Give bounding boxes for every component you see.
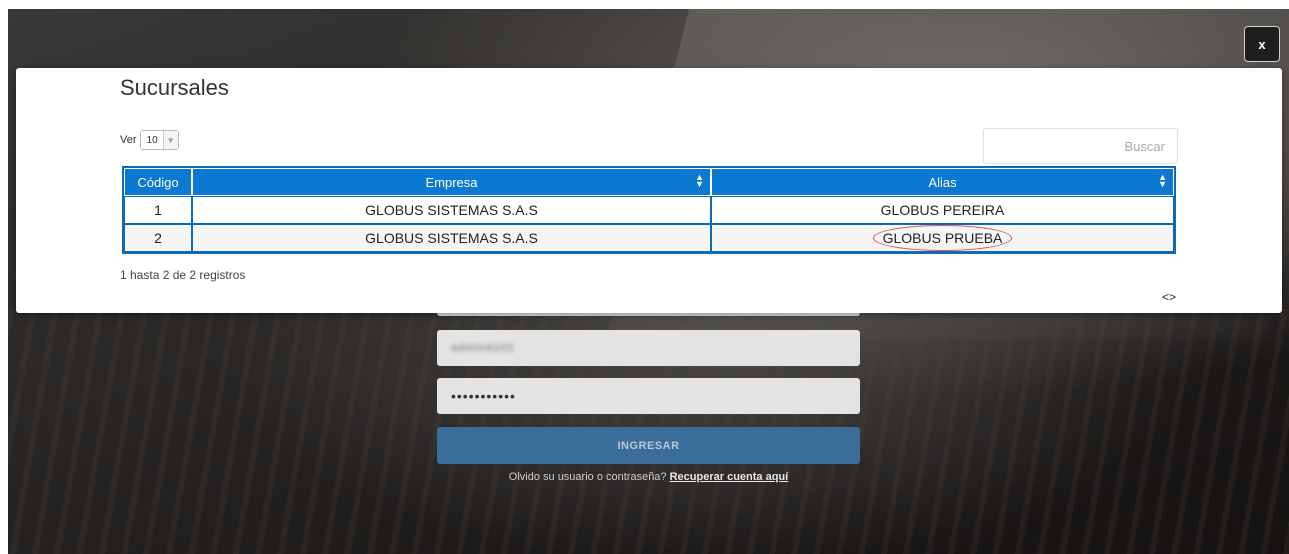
cell-codigo: 1 <box>124 196 192 224</box>
close-button[interactable]: x <box>1244 26 1280 62</box>
search-input[interactable]: Buscar <box>983 128 1178 164</box>
column-header-empresa[interactable]: Empresa ▲ ▼ <box>192 168 711 196</box>
sucursales-modal: Sucursales Ver 10 ▼ Buscar Código Empres… <box>16 68 1282 313</box>
table-row[interactable]: 2 GLOBUS SISTEMAS S.A.S GLOBUS PRUEBA <box>124 224 1174 252</box>
column-header-label: Alias <box>928 174 957 190</box>
cell-empresa: GLOBUS SISTEMAS S.A.S <box>192 224 711 252</box>
pagination-control[interactable]: <> <box>1162 290 1176 304</box>
table-row[interactable]: 1 GLOBUS SISTEMAS S.A.S GLOBUS PEREIRA <box>124 196 1174 224</box>
page-length-label: Ver <box>120 134 137 146</box>
cell-alias: GLOBUS PEREIRA <box>711 196 1174 224</box>
column-header-label: Empresa <box>425 174 478 190</box>
page-length-control: Ver 10 ▼ <box>120 130 179 150</box>
column-header-codigo[interactable]: Código <box>124 168 192 196</box>
page-length-select[interactable]: 10 ▼ <box>139 130 179 150</box>
login-button[interactable]: INGRESAR <box>437 427 860 464</box>
cell-empresa: GLOBUS SISTEMAS S.A.S <box>192 196 711 224</box>
recover-account-link[interactable]: Recuperar cuenta aquí <box>670 471 789 483</box>
password-value: ••••••••••• <box>451 388 516 404</box>
page-length-value: 10 <box>146 134 158 146</box>
records-info: 1 hasta 2 de 2 registros <box>120 268 246 282</box>
sort-icon: ▲ ▼ <box>695 172 704 189</box>
cell-alias: GLOBUS PRUEBA <box>711 224 1174 252</box>
cell-codigo: 2 <box>124 224 192 252</box>
column-header-alias[interactable]: Alias ▲ ▼ <box>711 168 1174 196</box>
chevron-down-icon: ▼ <box>162 131 178 149</box>
recover-prompt: Olvido su usuario o contraseña? <box>508 471 667 483</box>
sucursales-table: Código Empresa ▲ ▼ Alias ▲ ▼ 1 GLOBUS SIST… <box>122 166 1176 254</box>
recover-account-text: Olvido su usuario o contraseña? Recupera… <box>437 471 860 483</box>
sort-icon: ▲ ▼ <box>1158 172 1167 189</box>
password-field[interactable]: ••••••••••• <box>437 378 860 414</box>
username-field[interactable]: admin4102 <box>437 330 860 366</box>
column-header-label: Código <box>137 174 179 190</box>
highlighted-alias: GLOBUS PRUEBA <box>872 225 1013 251</box>
username-value: admin4102 <box>451 342 515 354</box>
modal-title: Sucursales <box>120 75 229 100</box>
